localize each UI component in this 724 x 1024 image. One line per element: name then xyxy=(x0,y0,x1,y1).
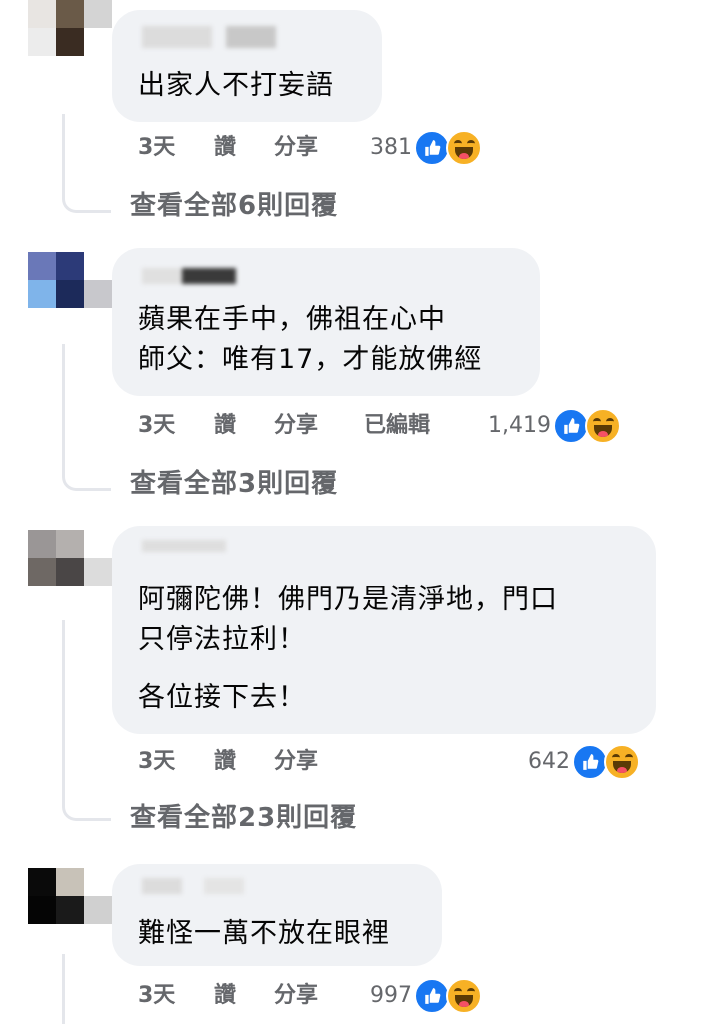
haha-icon xyxy=(584,408,621,444)
comment-text-line-2: 師父：唯有17，才能放佛經 xyxy=(138,344,483,375)
view-replies-link[interactable]: 查看全部6則回覆 xyxy=(130,186,338,226)
view-replies-link[interactable]: 查看全部3則回覆 xyxy=(130,464,338,504)
like-button[interactable]: 讚 xyxy=(214,742,236,782)
share-button[interactable]: 分享 xyxy=(274,128,318,168)
like-button[interactable]: 讚 xyxy=(214,128,236,168)
view-replies-link[interactable]: 查看全部23則回覆 xyxy=(130,798,357,838)
reaction-count: 1,419 xyxy=(488,413,551,438)
comment-bubble: 阿彌陀佛！佛門乃是清淨地，門口 只停法拉利！ 各位接下去！ xyxy=(112,526,656,734)
comment-text: 出家人不打妄語 xyxy=(138,70,334,101)
reaction-count: 997 xyxy=(370,983,412,1008)
share-button[interactable]: 分享 xyxy=(274,406,318,446)
thread-line xyxy=(62,114,111,213)
like-icon xyxy=(414,130,450,166)
reaction-summary[interactable]: 642 xyxy=(528,742,640,782)
like-icon xyxy=(572,744,608,780)
comment-actions: 3天 讚 分享 已編輯 1,419 xyxy=(138,406,724,446)
reaction-count: 642 xyxy=(528,749,570,774)
like-button[interactable]: 讚 xyxy=(214,406,236,446)
haha-icon xyxy=(604,744,640,780)
like-icon xyxy=(552,408,589,444)
haha-icon xyxy=(446,130,482,166)
comment-text-line-3: 各位接下去！ xyxy=(138,682,306,713)
reaction-summary[interactable]: 1,419 xyxy=(488,406,621,446)
edited-label: 已編輯 xyxy=(364,413,431,438)
share-button[interactable]: 分享 xyxy=(274,976,318,1016)
thread-line xyxy=(62,620,111,821)
comment-text-line-2: 只停法拉利！ xyxy=(138,624,306,655)
comment-actions: 3天 讚 分享 997 xyxy=(138,976,724,1016)
reaction-summary[interactable]: 381 xyxy=(370,128,482,168)
comment-actions: 3天 讚 分享 381 xyxy=(138,128,724,168)
timestamp[interactable]: 3天 xyxy=(138,742,175,782)
timestamp[interactable]: 3天 xyxy=(138,976,175,1016)
comment-text: 難怪一萬不放在眼裡 xyxy=(138,918,390,949)
timestamp[interactable]: 3天 xyxy=(138,128,175,168)
comment-text-line-1: 蘋果在手中，佛祖在心中 xyxy=(138,304,446,335)
comment-text-line-1: 阿彌陀佛！佛門乃是清淨地，門口 xyxy=(138,584,558,615)
reaction-summary[interactable]: 997 xyxy=(370,976,482,1016)
author-name[interactable] xyxy=(138,264,236,290)
like-button[interactable]: 讚 xyxy=(214,976,236,1016)
thread-line xyxy=(62,344,111,491)
avatar[interactable] xyxy=(28,252,112,308)
comment-bubble: 蘋果在手中，佛祖在心中 師父：唯有17，才能放佛經 xyxy=(112,248,540,396)
haha-icon xyxy=(446,978,482,1014)
like-icon xyxy=(414,978,450,1014)
share-button[interactable]: 分享 xyxy=(274,742,318,782)
author-name[interactable] xyxy=(138,878,244,904)
avatar[interactable] xyxy=(28,530,112,586)
comment-bubble: 出家人不打妄語 xyxy=(112,10,382,122)
comment-bubble: 難怪一萬不放在眼裡 xyxy=(112,864,442,966)
reaction-count: 381 xyxy=(370,135,412,160)
author-name[interactable] xyxy=(138,26,276,52)
timestamp[interactable]: 3天 xyxy=(138,406,175,446)
comment-actions: 3天 讚 分享 642 xyxy=(138,742,724,782)
author-name[interactable] xyxy=(138,540,226,566)
avatar[interactable] xyxy=(28,0,112,56)
thread-line xyxy=(62,954,65,1024)
avatar[interactable] xyxy=(28,868,112,924)
